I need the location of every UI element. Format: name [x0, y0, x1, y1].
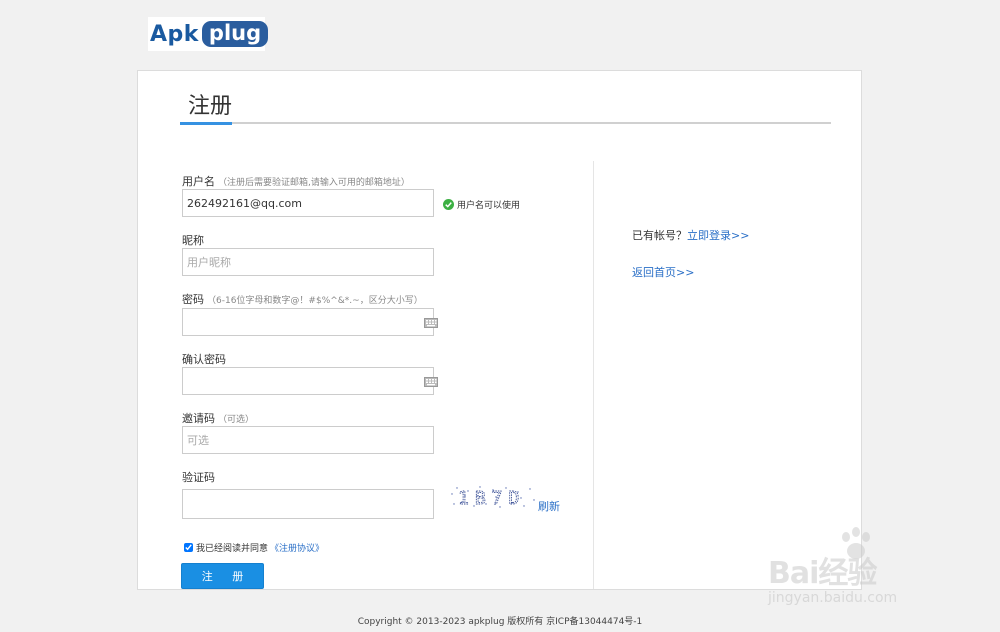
baidu-watermark: Bai经验 jingyan.baidu.com [768, 525, 948, 615]
apkplug-logo[interactable]: Apk plug [148, 17, 269, 51]
username-label-text: 用户名 [182, 175, 215, 188]
captcha-label: 验证码 [182, 471, 215, 484]
confirm-password-input[interactable] [182, 367, 434, 395]
agreement-link[interactable]: 《注册协议》 [270, 541, 324, 554]
login-link[interactable]: 立即登录>> [687, 229, 749, 242]
copyright-footer: Copyright © 2013-2023 apkplug 版权所有 京ICP备… [357, 617, 643, 627]
agreement-checkbox[interactable] [184, 543, 193, 552]
password-label: 密码 （6-16位字母和数字@！#$%^&*.~，区分大小写） [182, 291, 423, 307]
captcha-input[interactable] [182, 489, 434, 519]
register-button[interactable]: 注 册 [181, 563, 264, 589]
password-input[interactable] [182, 308, 434, 336]
username-hint: （注册后需要验证邮箱,请输入可用的邮箱地址） [218, 178, 410, 188]
captcha-refresh-link[interactable]: 刷新 [538, 498, 560, 514]
column-divider [593, 161, 594, 589]
watermark-text: Bai经验 [768, 556, 877, 591]
logo-text-apk: Apk [150, 21, 199, 47]
agreement-text: 我已经阅读并同意 [196, 544, 269, 554]
logo-text-plug: plug [201, 21, 269, 47]
captcha-image[interactable]: 1B7D [448, 482, 538, 512]
captcha-text: 1B7D [458, 488, 525, 509]
invite-input[interactable] [182, 426, 434, 454]
nickname-input[interactable] [182, 248, 434, 276]
username-label: 用户名 （注册后需要验证邮箱,请输入可用的邮箱地址） [182, 173, 410, 189]
confirm-password-label: 确认密码 [182, 353, 226, 366]
password-label-text: 密码 [182, 293, 204, 306]
title-underline-accent [180, 122, 232, 125]
check-circle-icon [443, 199, 454, 210]
have-account-row: 已有帐号？立即登录>> [632, 227, 749, 243]
password-hint: （6-16位字母和数字@！#$%^&*.~，区分大小写） [207, 296, 423, 306]
keyboard-icon[interactable] [424, 318, 438, 328]
title-underline [180, 122, 831, 125]
have-account-text: 已有帐号？ [632, 229, 687, 242]
invite-label: 邀请码 （可选） [182, 410, 254, 426]
agreement-row: 我已经阅读并同意 《注册协议》 [184, 541, 324, 554]
register-card: 注册 用户名（注册后需要验证邮箱,请输入可用的邮箱地址） 用户名可以使用 昵称 … [137, 70, 862, 590]
invite-hint: （可选） [218, 415, 255, 425]
invite-label-text: 邀请码 [182, 412, 215, 425]
username-input[interactable] [182, 189, 434, 217]
keyboard-icon[interactable] [424, 377, 438, 387]
username-status-text: 用户名可以使用 [457, 201, 521, 211]
username-status: 用户名可以使用 [443, 198, 520, 211]
home-row: 返回首页>> [632, 264, 694, 280]
nickname-label: 昵称 [182, 234, 204, 247]
home-link[interactable]: 返回首页>> [632, 266, 694, 279]
watermark-url: jingyan.baidu.com [768, 590, 898, 606]
page-title: 注册 [188, 94, 233, 119]
